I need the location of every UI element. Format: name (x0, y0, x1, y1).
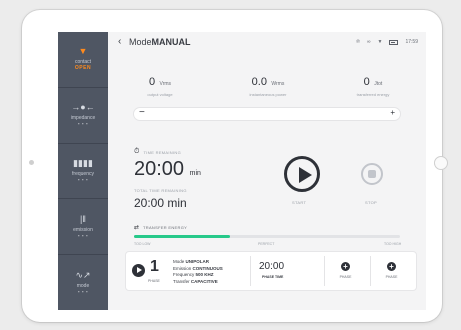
camera-dot (29, 160, 34, 165)
sidebar-item-frequency[interactable]: ▮▮▮▮ frequency - - - (58, 144, 108, 200)
plus-icon: + (387, 262, 396, 271)
title-prefix: Mode (129, 37, 152, 47)
impedance-icon: →●← (71, 102, 95, 113)
power-caption: instantaneous power (249, 92, 287, 97)
energy-scale-mid: PERFECT (258, 242, 275, 246)
top-bar: ‹ ModeMANUAL ℗ ∞ ▼ 17:59 (108, 32, 426, 52)
sidebar-item-value: - - - (77, 121, 89, 128)
energy-scale-low: TOO LOW (134, 242, 151, 246)
title-mode: MANUAL (151, 37, 191, 47)
instantaneous-power-readout: 0.0 Wrms instantaneous power (228, 72, 308, 97)
transfer-arrows-icon: ⇄ (134, 225, 140, 231)
transfer-energy-header: ⇄ TRANSFER ENERGY (134, 224, 187, 231)
tablet-frame: ▼ contact OPEN →●← impedance - - - ▮▮▮▮ … (22, 10, 448, 322)
total-time-value: 20:00 min (134, 196, 187, 210)
total-time-label: TOTAL TIME REMAINING (134, 188, 187, 193)
battery-icon (389, 39, 399, 45)
add-phase-label: PHASE (385, 275, 398, 279)
status-bar: ℗ ∞ ▼ 17:59 (356, 39, 418, 45)
phase-frequency-label: Frequency (173, 272, 195, 277)
phase-time-label: PHASE TIME (262, 275, 284, 279)
phase-frequency-value: 500 KHZ (195, 272, 214, 277)
phase-transfer-value: CAPACITIVE (190, 278, 218, 284)
energy-unit: Jtot (374, 81, 383, 87)
transfer-energy-bar (134, 235, 400, 238)
output-voltage-unit: Vrms (159, 81, 172, 87)
wifi-icon: ▼ (377, 39, 383, 45)
link-icon: ∞ (366, 39, 371, 45)
sidebar-item-emission[interactable]: |‖ emission - - - (58, 199, 108, 256)
time-remaining-unit: min (189, 170, 201, 177)
time-remaining-label: TIME REMAINING (143, 149, 182, 155)
output-voltage-caption: output voltage (147, 92, 173, 97)
emission-icon: |‖ (79, 213, 87, 224)
transfer-energy-label: TRANSFER ENERGY (143, 225, 188, 230)
output-voltage-readout: 0 Vrms output voltage (130, 72, 190, 97)
transfer-energy-fill (134, 235, 230, 238)
phase-panel: 1 PHASE Mode UNIPOLAR Emission CONTINUOU… (126, 252, 416, 290)
phase-emission-label: Emission (173, 265, 192, 271)
sidebar-item-value: - - - (77, 232, 89, 239)
output-voltage-value: 0 (148, 76, 156, 88)
phase-number: 1 (150, 258, 159, 275)
app-screen: ▼ contact OPEN →●← impedance - - - ▮▮▮▮ … (58, 32, 426, 310)
energy-value: 0 (363, 76, 370, 88)
phase-emission-value: CONTINUOUS (192, 265, 223, 271)
page-title: ModeMANUAL (129, 37, 191, 47)
phase-mode-label: Mode (173, 259, 185, 264)
start-button[interactable] (284, 156, 320, 192)
sidebar-item-mode[interactable]: ∿↗ mode - - - (58, 255, 108, 310)
phase-play-button[interactable] (132, 264, 145, 277)
phase-info: Mode UNIPOLAR Emission CONTINUOUS Freque… (173, 259, 223, 285)
sidebar: ▼ contact OPEN →●← impedance - - - ▮▮▮▮ … (58, 32, 108, 310)
add-phase-button[interactable]: + PHASE (324, 256, 366, 286)
power-value: 0.0 (251, 76, 267, 88)
power-unit: Wrms (271, 81, 285, 87)
add-phase-button-2[interactable]: + PHASE (370, 256, 412, 286)
stop-button[interactable] (361, 163, 383, 185)
energy-caption: transferred energy (356, 92, 390, 97)
bluetooth-icon: ℗ (356, 39, 360, 45)
sidebar-item-value: - - - (77, 176, 89, 183)
time-remaining-header: ⏱ TIME REMAINING (134, 148, 181, 156)
phase-divider (250, 256, 251, 286)
increase-button[interactable]: + (390, 108, 395, 117)
frequency-icon: ▮▮▮▮ (73, 157, 93, 168)
time-remaining-display: 20:00 min (134, 158, 201, 181)
start-label: START (292, 200, 307, 205)
sidebar-item-contact[interactable]: ▼ contact OPEN (58, 32, 108, 88)
voltage-slider[interactable]: − + (134, 107, 400, 120)
contact-icon: ▼ (78, 46, 88, 57)
mode-icon: ∿↗ (75, 269, 91, 280)
home-button[interactable] (434, 156, 448, 170)
phase-time-value: 20:00 (259, 261, 285, 272)
timer-icon: ⏱ (134, 148, 140, 155)
phase-transfer-label: Transfer (173, 278, 190, 284)
time-remaining-value: 20:00 (134, 158, 185, 180)
phase-label: PHASE (148, 279, 160, 283)
plus-icon: + (341, 262, 350, 271)
sidebar-item-value: - - - (77, 288, 89, 295)
decrease-button[interactable]: − (139, 107, 145, 118)
status-time: 17:59 (405, 39, 418, 45)
sidebar-item-impedance[interactable]: →●← impedance - - - (58, 88, 108, 144)
back-chevron-icon[interactable]: ‹ (118, 36, 121, 47)
transferred-energy-readout: 0 Jtot transferred energy (338, 72, 408, 97)
stop-label: STOP (365, 200, 378, 205)
sidebar-item-value: OPEN (74, 65, 92, 72)
energy-scale-high: TOO HIGH (384, 242, 402, 246)
main-panel: ‹ ModeMANUAL ℗ ∞ ▼ 17:59 0 Vrms output v… (108, 32, 426, 310)
phase-mode-value: UNIPOLAR (185, 259, 210, 264)
add-phase-label: PHASE (339, 275, 352, 279)
